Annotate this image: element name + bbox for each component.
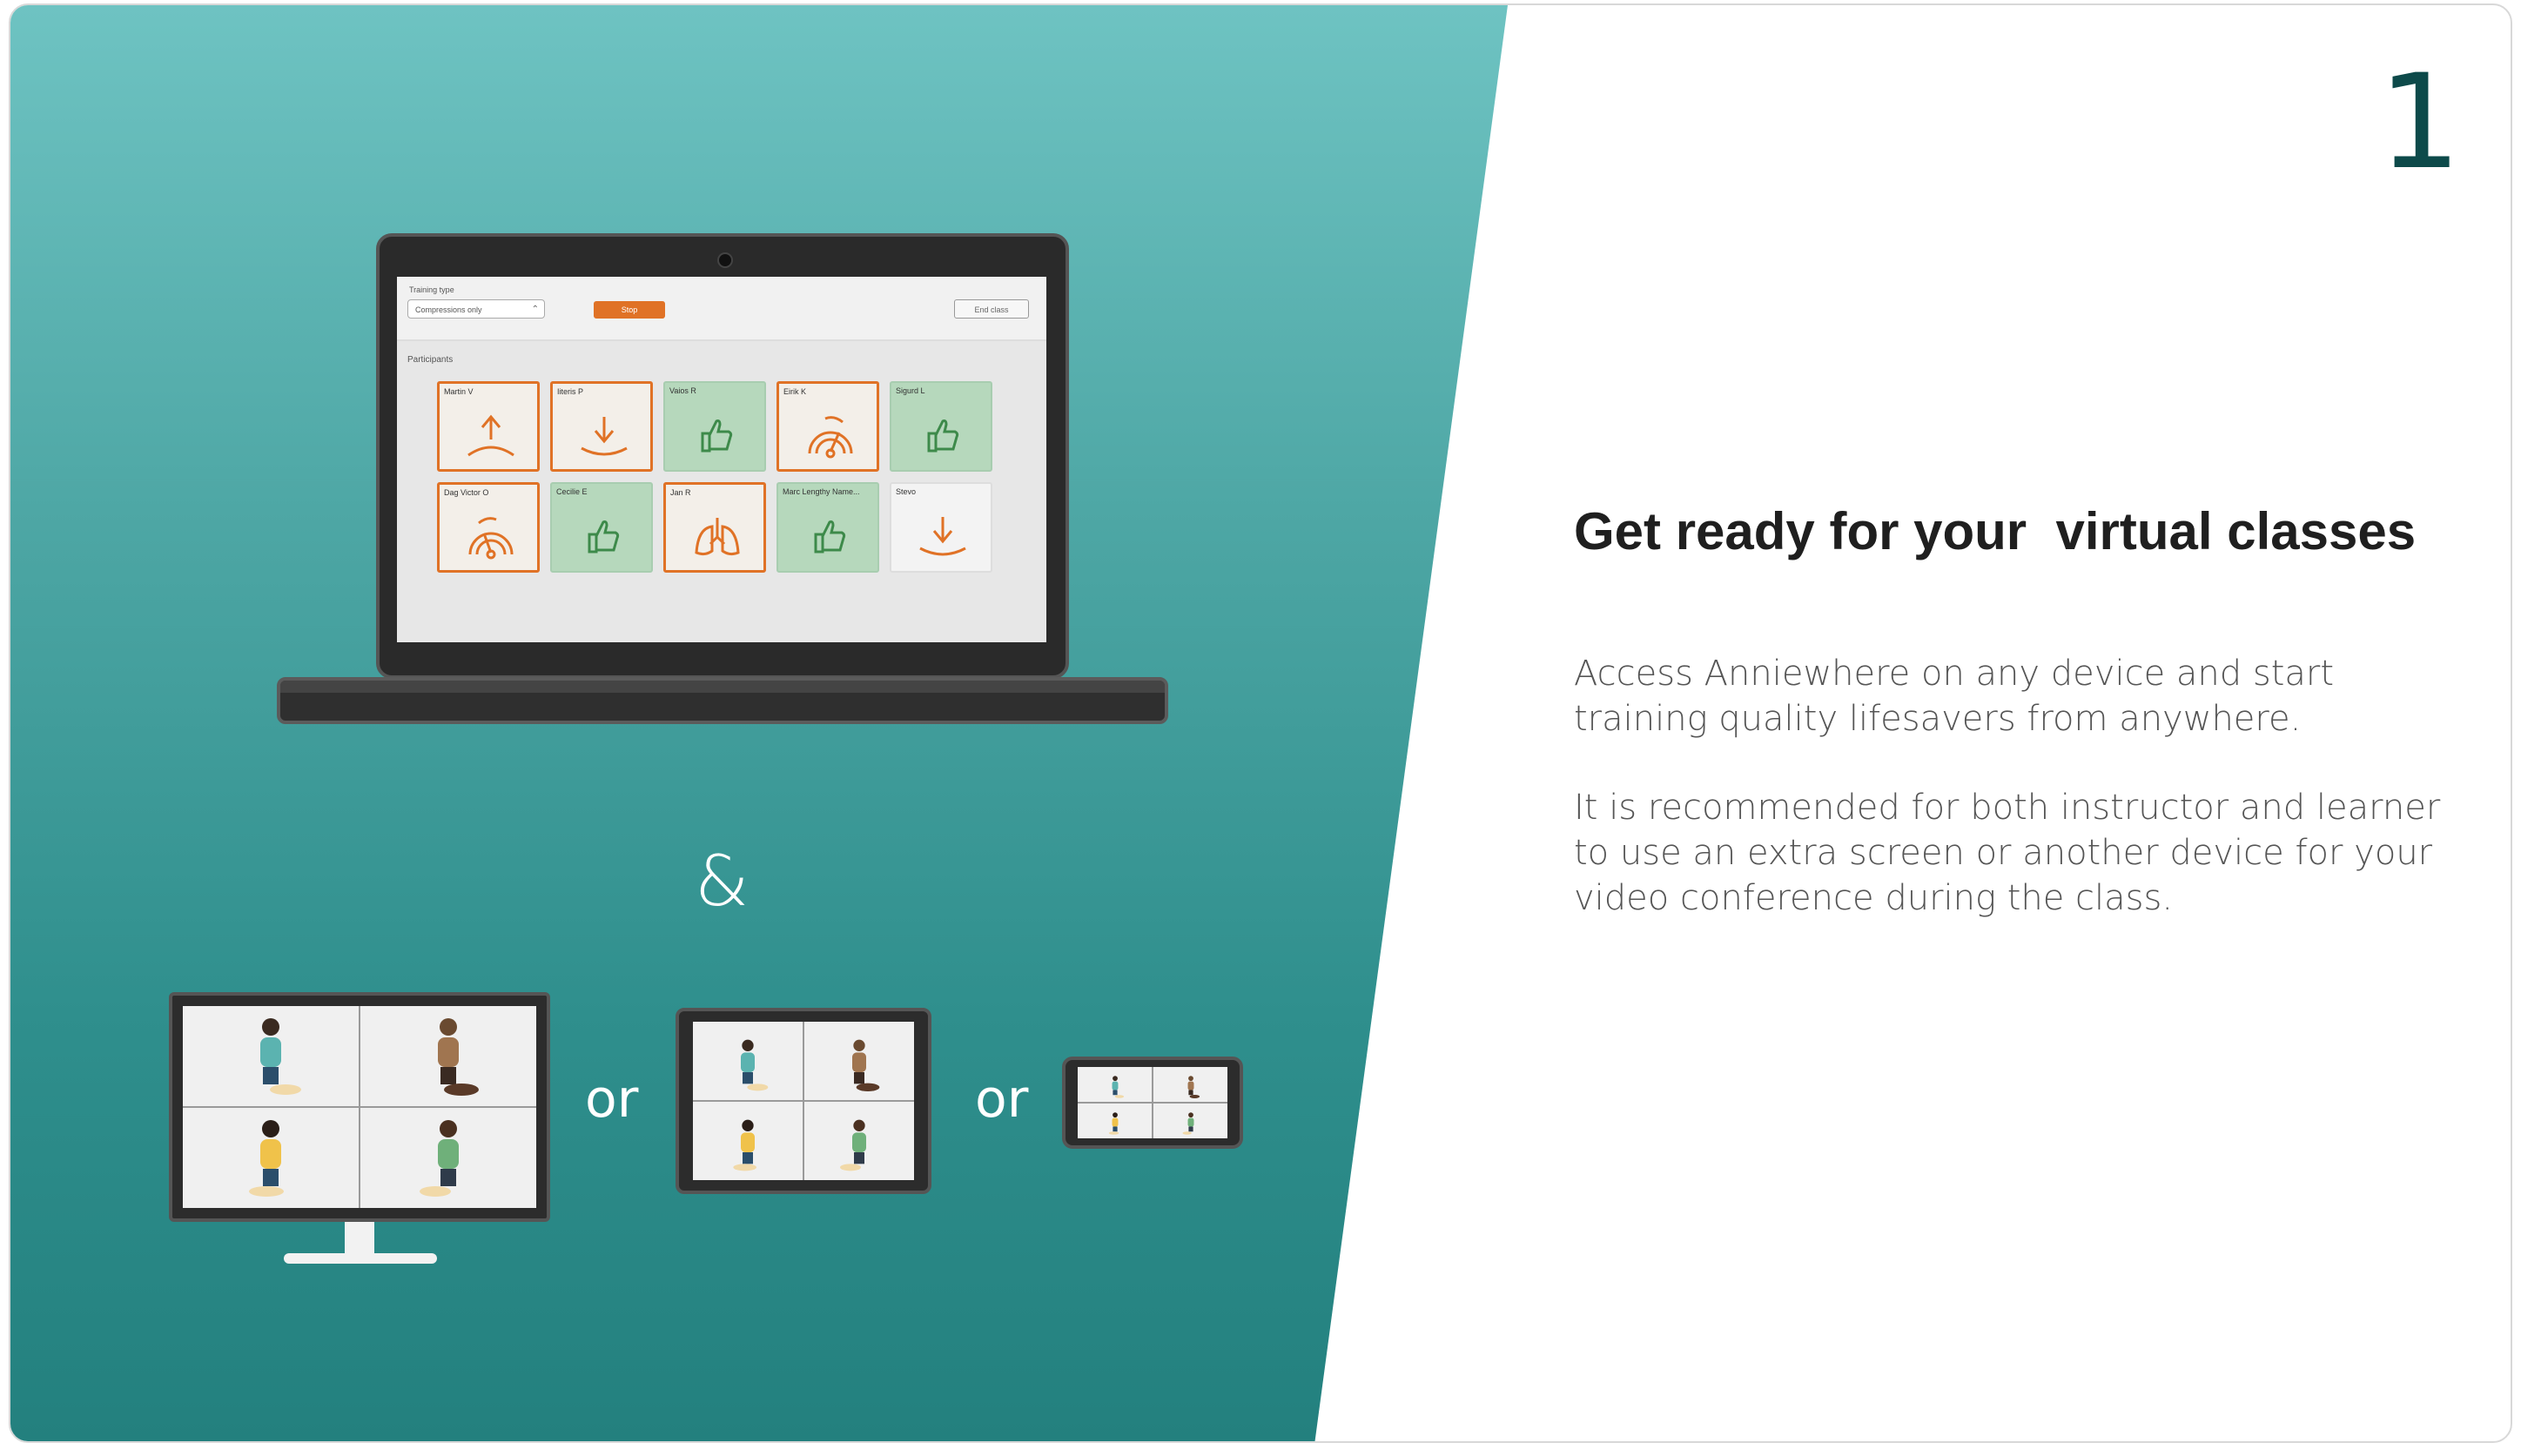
participant-tile[interactable]: Martin V [437,381,540,472]
video-grid [693,1022,914,1180]
participant-name: Stevo [896,487,917,496]
video-tile [804,1102,914,1180]
participant-name: Martin V [444,387,474,396]
video-tile [360,1108,536,1208]
thumbs-up-icon [927,419,959,453]
training-type-value: Compressions only [415,305,482,314]
person-cpr-icon [438,1018,479,1097]
thumbs-up-icon [588,520,620,554]
person-cpr-icon [1187,1075,1200,1098]
person-cpr-icon [741,1039,769,1090]
video-tile [360,1006,536,1106]
person-cpr-icon [1108,1111,1119,1135]
ampersand: & [695,841,750,922]
video-tile [1153,1104,1227,1138]
participant-tile[interactable]: Cecilie E [550,482,653,573]
participant-tile[interactable]: Sigurd L [890,381,992,472]
laptop-keyboard-base [277,677,1168,724]
participant-tile[interactable]: Dag Victor O [437,482,540,573]
end-class-button[interactable]: End class [954,299,1029,319]
thumbs-up-icon [814,520,846,554]
participant-tile[interactable]: Eirik K [776,381,879,472]
laptop: Training type Compressions only ⌃ Stop E… [376,233,1069,679]
thumbs-up-icon [701,419,733,453]
arrow-down-icon [581,417,628,456]
intro-paragraph: Access Anniewhere on any device and star… [1574,654,2335,739]
or-label: or [975,1069,1029,1130]
gauge-icon [468,517,514,560]
chevron-up-icon: ⌃ [531,305,539,314]
training-type-select[interactable]: Compressions only ⌃ [407,299,545,319]
recommendation-paragraph: It is recommended for both instructor an… [1574,788,2441,918]
video-tile [1078,1067,1152,1102]
video-tile [693,1022,803,1100]
participant-tile[interactable]: Stevo [890,482,992,573]
participant-tile[interactable]: Jan R [663,482,766,573]
stop-button[interactable]: Stop [594,301,665,319]
person-cpr-icon [852,1039,880,1091]
person-cpr-icon [1181,1111,1193,1135]
participant-name: Iiteris P [557,387,584,396]
arrow-up-icon [467,414,514,457]
video-tile [183,1006,359,1106]
laptop-screen: Training type Compressions only ⌃ Stop E… [397,277,1046,642]
person-cpr-icon [420,1120,459,1198]
slide-card: Training type Compressions only ⌃ Stop E… [9,3,2512,1443]
video-tile [183,1108,359,1208]
desktop-monitor [169,992,550,1222]
or-label: or [585,1069,639,1130]
person-cpr-icon [1112,1075,1124,1098]
lungs-icon [695,518,740,556]
arrow-down-icon [919,517,966,556]
person-cpr-icon [840,1119,866,1171]
video-tile [804,1022,914,1100]
video-grid [183,1006,536,1208]
participant-name: Jan R [670,488,691,497]
video-tile [1153,1067,1227,1102]
participants-label: Participants [407,355,454,365]
participant-name: Dag Victor O [444,488,489,497]
video-tile [1078,1104,1152,1138]
participant-name: Sigurd L [896,386,925,395]
person-cpr-icon [249,1120,284,1198]
participant-name: Cecilie E [556,487,588,496]
training-type-label: Training type [409,285,454,294]
gauge-icon [808,416,853,459]
video-grid [1078,1067,1227,1138]
monitor-stand [345,1222,374,1257]
participant-name: Eirik K [783,387,807,396]
participant-name: Marc Lengthy Name... [783,487,860,496]
person-cpr-icon [733,1119,756,1171]
page-title: Get ready for your virtual classes [1574,502,2417,560]
video-tile [693,1102,803,1180]
teal-illustration-panel [10,5,1508,1441]
person-cpr-icon [260,1018,301,1096]
participant-tile[interactable]: Iiteris P [550,381,653,472]
tablet [676,1008,931,1194]
step-number: 1 [2378,47,2462,198]
smartphone [1062,1057,1243,1149]
participant-tile[interactable]: Vaios R [663,381,766,472]
app-topbar: Training type Compressions only ⌃ Stop E… [397,277,1046,341]
monitor-stand-base [284,1253,437,1264]
participant-tile[interactable]: Marc Lengthy Name... [776,482,879,573]
webcam-icon [717,252,733,268]
participant-name: Vaios R [669,386,696,395]
